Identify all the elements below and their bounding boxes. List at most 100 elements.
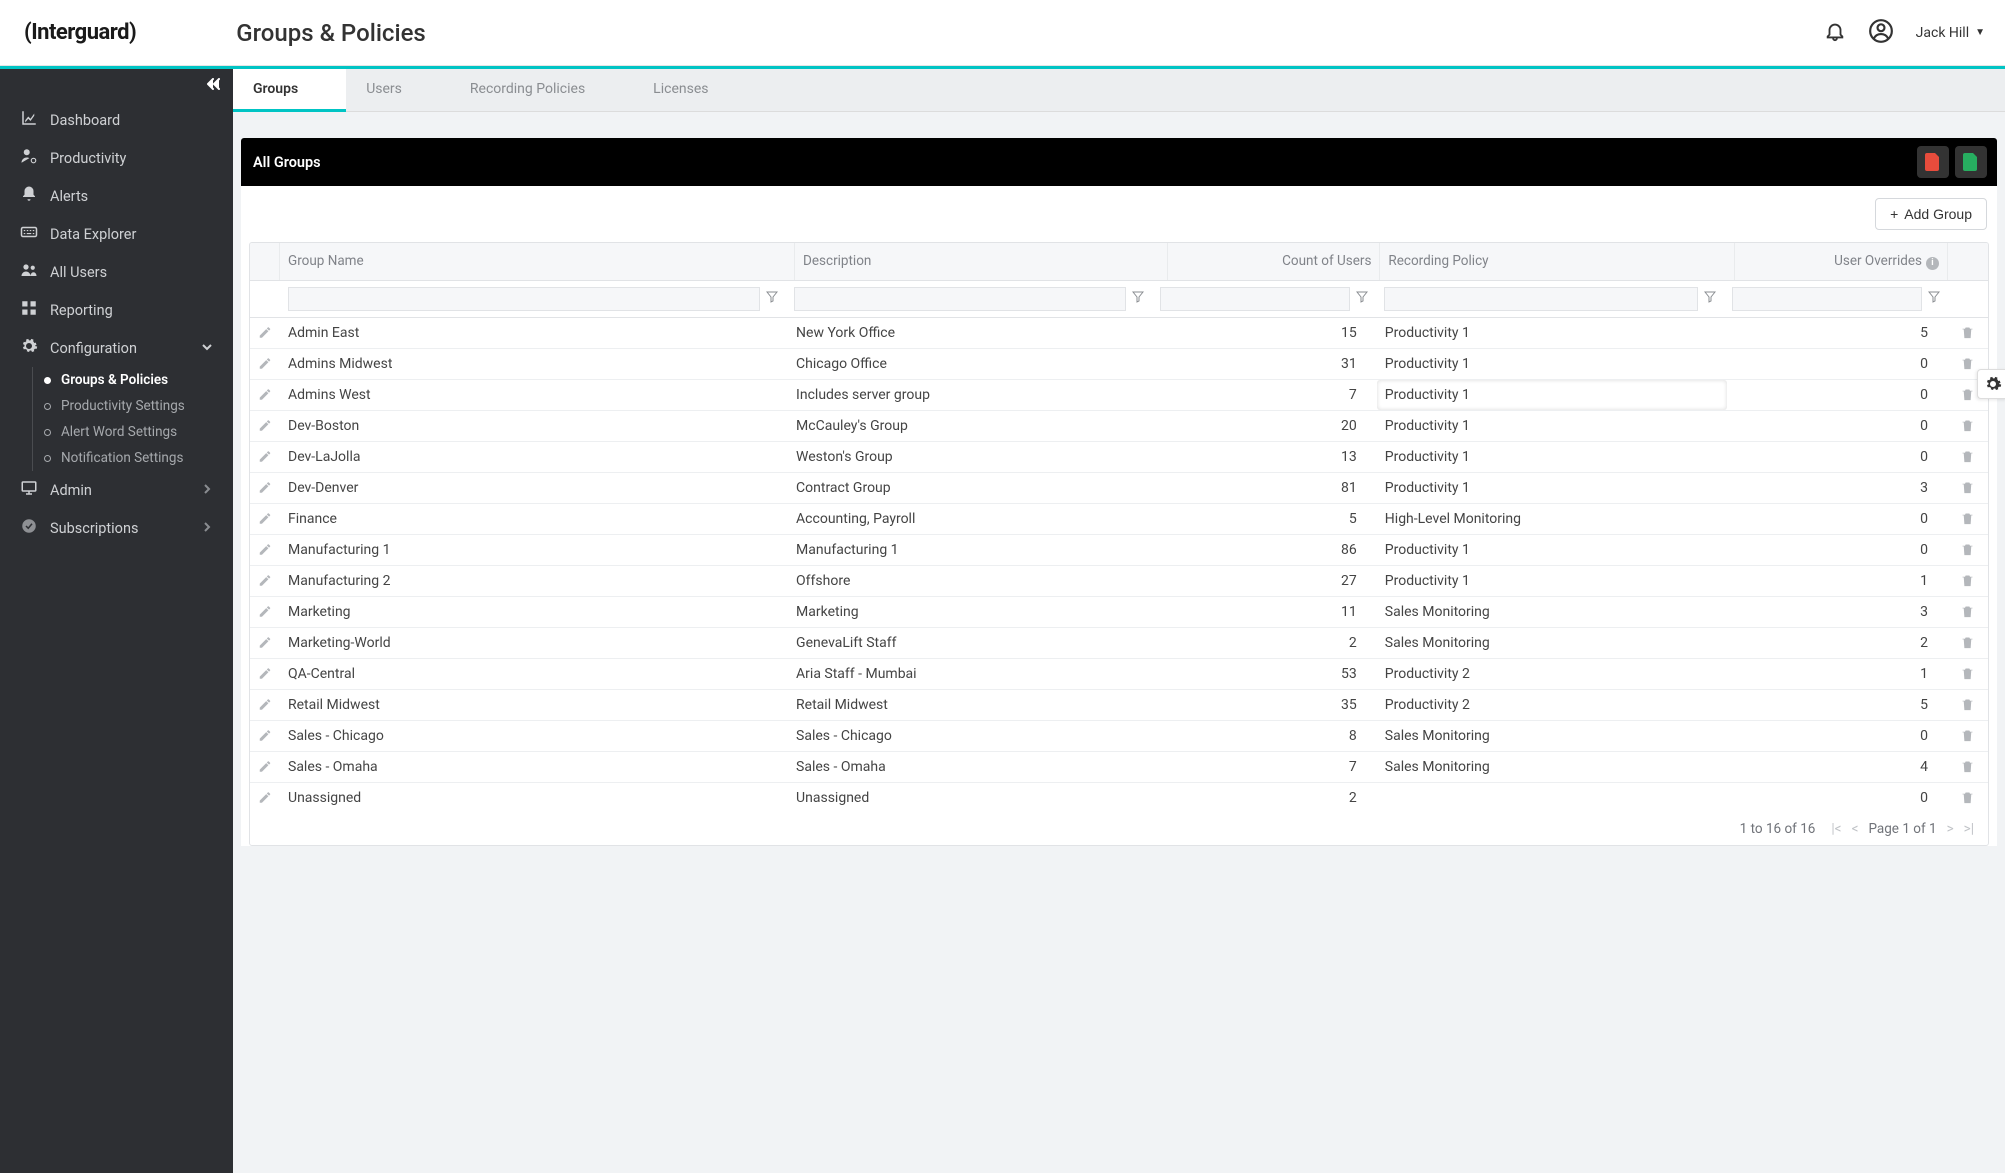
delete-row-button[interactable] [1948, 318, 1988, 348]
sidebar: Dashboard Productivity Alerts Data Explo… [0, 69, 233, 1173]
column-header-count[interactable]: Count of Users [1168, 243, 1381, 280]
sidebar-collapse-button[interactable] [0, 69, 233, 93]
edit-row-button[interactable] [250, 628, 280, 658]
delete-row-button[interactable] [1948, 535, 1988, 565]
export-pdf-button[interactable] [1917, 146, 1949, 178]
column-header-name[interactable]: Group Name [280, 243, 795, 280]
user-name: Jack Hill [1916, 25, 1969, 41]
sidebar-subitem-alert-word-settings[interactable]: Alert Word Settings [14, 419, 233, 445]
pagination-prev-button[interactable]: < [1852, 821, 1859, 837]
cell-overrides: 0 [1727, 535, 1948, 565]
delete-row-button[interactable] [1948, 566, 1988, 596]
delete-row-button[interactable] [1948, 752, 1988, 782]
user-menu[interactable]: Jack Hill ▼ [1916, 25, 1985, 41]
sidebar-item-subscriptions[interactable]: Subscriptions [0, 509, 233, 547]
settings-gear-button[interactable] [1977, 369, 2005, 399]
edit-row-button[interactable] [250, 566, 280, 596]
edit-row-button[interactable] [250, 783, 280, 813]
edit-row-button[interactable] [250, 721, 280, 751]
export-csv-button[interactable] [1955, 146, 1987, 178]
delete-row-button[interactable] [1948, 659, 1988, 689]
cell-count: 35 [1156, 690, 1377, 720]
chevron-right-icon [201, 482, 213, 499]
delete-row-button[interactable] [1948, 628, 1988, 658]
column-header-description[interactable]: Description [795, 243, 1168, 280]
cell-description: GenevaLift Staff [788, 628, 1155, 658]
edit-row-button[interactable] [250, 380, 280, 410]
bell-icon [20, 185, 38, 207]
pagination-next-button[interactable]: > [1947, 821, 1954, 837]
table-row: Retail MidwestRetail Midwest35Productivi… [250, 690, 1988, 721]
pagination-range: 1 to 16 of 16 [1740, 821, 1816, 837]
cell-description: Manufacturing 1 [788, 535, 1155, 565]
filter-input-desc[interactable] [794, 287, 1126, 311]
edit-row-button[interactable] [250, 473, 280, 503]
delete-row-button[interactable] [1948, 721, 1988, 751]
nav-label: Reporting [50, 302, 113, 319]
cell-overrides: 0 [1727, 411, 1948, 441]
sidebar-item-reporting[interactable]: Reporting [0, 291, 233, 329]
sidebar-subitem-notification-settings[interactable]: Notification Settings [14, 445, 233, 471]
sidebar-item-data-explorer[interactable]: Data Explorer [0, 215, 233, 253]
user-avatar-icon[interactable] [1868, 18, 1894, 48]
filter-icon[interactable] [1704, 291, 1716, 307]
filter-icon[interactable] [1356, 291, 1368, 307]
edit-row-button[interactable] [250, 690, 280, 720]
edit-row-button[interactable] [250, 349, 280, 379]
cell-group-name: Marketing-World [280, 628, 788, 658]
edit-row-button[interactable] [250, 535, 280, 565]
delete-row-button[interactable] [1948, 411, 1988, 441]
filter-icon[interactable] [766, 291, 778, 307]
add-group-button[interactable]: + Add Group [1875, 198, 1987, 230]
edit-row-button[interactable] [250, 597, 280, 627]
keyboard-icon [20, 223, 38, 245]
tab-bar: Groups Users Recording Policies Licenses [233, 69, 2005, 112]
delete-row-button[interactable] [1948, 442, 1988, 472]
edit-row-button[interactable] [250, 411, 280, 441]
pagination-last-button[interactable]: >| [1964, 821, 1974, 837]
filter-input-policy[interactable] [1384, 287, 1698, 311]
pagination-first-button[interactable]: |< [1831, 821, 1841, 837]
cell-policy[interactable]: Productivity 1 [1377, 380, 1727, 410]
filter-input-over[interactable] [1732, 287, 1922, 311]
tab-groups[interactable]: Groups [233, 69, 346, 112]
info-icon[interactable]: i [1926, 257, 1939, 270]
cell-policy: Sales Monitoring [1377, 597, 1727, 627]
cell-count: 86 [1156, 535, 1377, 565]
delete-row-button[interactable] [1948, 597, 1988, 627]
table-row: Sales - OmahaSales - Omaha7Sales Monitor… [250, 752, 1988, 783]
filter-icon[interactable] [1928, 291, 1940, 307]
column-header-overrides[interactable]: User Overridesi [1735, 243, 1948, 280]
sidebar-subitem-productivity-settings[interactable]: Productivity Settings [14, 393, 233, 419]
edit-row-button[interactable] [250, 752, 280, 782]
filter-input-count[interactable] [1160, 287, 1350, 311]
filter-icon[interactable] [1132, 291, 1144, 307]
delete-row-button[interactable] [1948, 473, 1988, 503]
cell-overrides: 0 [1727, 721, 1948, 751]
edit-row-button[interactable] [250, 659, 280, 689]
sidebar-item-all-users[interactable]: All Users [0, 253, 233, 291]
edit-row-button[interactable] [250, 504, 280, 534]
sidebar-item-configuration[interactable]: Configuration [0, 329, 233, 367]
edit-row-button[interactable] [250, 442, 280, 472]
tab-label: Recording Policies [470, 81, 585, 97]
tab-users[interactable]: Users [346, 69, 450, 111]
pagination-page-label: Page 1 of 1 [1868, 821, 1936, 837]
sidebar-item-productivity[interactable]: Productivity [0, 139, 233, 177]
delete-row-button[interactable] [1948, 504, 1988, 534]
tab-recording-policies[interactable]: Recording Policies [450, 69, 633, 111]
sidebar-subitem-groups-policies[interactable]: Groups & Policies [14, 367, 233, 393]
delete-row-button[interactable] [1948, 783, 1988, 813]
cell-description: Weston's Group [788, 442, 1155, 472]
notifications-icon[interactable] [1824, 20, 1846, 46]
sidebar-item-admin[interactable]: Admin [0, 471, 233, 509]
sidebar-item-alerts[interactable]: Alerts [0, 177, 233, 215]
cell-count: 7 [1156, 380, 1377, 410]
sidebar-item-dashboard[interactable]: Dashboard [0, 101, 233, 139]
delete-row-button[interactable] [1948, 690, 1988, 720]
column-header-policy[interactable]: Recording Policy [1380, 243, 1735, 280]
edit-row-button[interactable] [250, 318, 280, 348]
brand-logo: (Interguard) [24, 20, 136, 45]
tab-licenses[interactable]: Licenses [633, 69, 756, 111]
filter-input-name[interactable] [288, 287, 760, 311]
